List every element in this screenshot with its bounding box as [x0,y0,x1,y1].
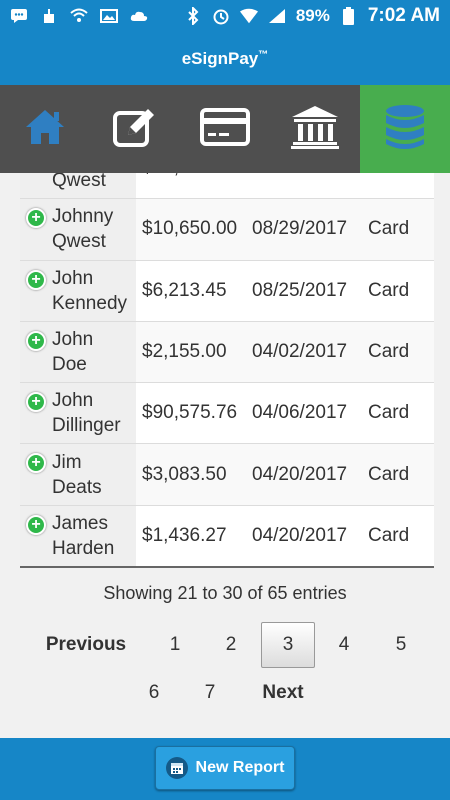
table-info: Showing 21 to 30 of 65 entries [103,583,347,603]
credit-card-icon [200,107,250,152]
date-cell: 08/25/2017 [252,279,348,301]
previous-button[interactable]: Previous [44,622,128,668]
amount-cell: $10,650.00 [142,218,238,240]
type-cell: Card [368,524,410,546]
name-cell: + John Doe [20,321,136,383]
wifi-icon [239,8,258,24]
customer-name: James Harden [52,512,115,559]
name-cell: + Jim Deats [20,444,136,505]
page-4[interactable]: 4 [324,622,364,668]
edit-icon [112,106,158,153]
nav-card[interactable] [180,85,270,173]
wifi-call-icon [70,8,88,24]
new-report-button[interactable]: New Report [155,746,295,790]
customer-name: John Dillinger [52,390,121,437]
nav-bank[interactable] [270,85,360,173]
expand-row-icon[interactable]: + [26,269,46,290]
expand-row-icon[interactable]: + [26,392,46,413]
date-cell: 04/06/2017 [252,402,348,424]
name-cell: + Johnny Qwest [20,199,136,260]
date-cell: 08/29/2017 [252,218,348,240]
page-6[interactable]: 6 [134,670,174,716]
type-cell: Card [368,463,410,485]
amount-cell: $6,213.45 [142,279,227,301]
database-icon [384,103,426,156]
signal-icon [268,8,286,24]
table-row[interactable]: + John Dillinger $90,575.76 04/06/2017 Card [20,383,434,445]
next-button[interactable]: Next [258,670,308,716]
customer-name: John Doe [52,329,94,376]
page-7[interactable]: 7 [190,670,230,716]
cleaning-icon [40,8,58,24]
customer-name: Qwest [52,173,106,192]
nav-edit[interactable] [90,85,180,173]
name-cell: + James Harden [20,505,136,567]
date-cell: 04/02/2017 [252,341,348,363]
battery-percent: 89% [295,6,330,25]
clock: 7:02 AM [367,5,440,26]
app-title: eSignPay™ [181,48,269,68]
bluetooth-icon [184,7,202,25]
image-icon [100,8,118,24]
battery-icon [340,7,358,25]
home-icon [23,107,67,152]
expand-row-icon[interactable]: + [26,208,46,229]
chat-icon [10,8,28,24]
cloud-icon [130,8,148,24]
nav-reports[interactable] [360,85,450,173]
type-cell: Card [368,341,410,363]
customer-name: John Kennedy [52,267,128,314]
table-row[interactable]: + John Kennedy $6,213.45 08/25/2017 Card [20,260,434,322]
type-cell: Card [362,173,434,198]
nav-home[interactable] [0,85,90,173]
customer-name: Jim Deats [52,451,102,498]
transactions-table: +Qwest$10,750.0008/29/2017Card+JohnnyQwe… [20,173,434,568]
table-row[interactable]: + Johnny Qwest $10,650.00 08/29/2017 Card [20,199,434,261]
expand-row-icon[interactable]: + [26,330,46,351]
type-cell: Card [368,402,410,424]
amount-cell: $10,750.00 [136,173,246,198]
date-cell: 04/20/2017 [252,463,348,485]
amount-cell: $1,436.27 [142,524,227,546]
page-1[interactable]: 1 [155,622,195,668]
calendar-icon [165,757,188,779]
page-2[interactable]: 2 [211,622,251,668]
name-cell: + John Dillinger [20,383,136,444]
type-cell: Card [368,279,410,301]
name-cell: +Qwest [20,173,136,199]
app-header: eSignPay™ [0,32,450,85]
table-bottom-border [20,566,434,568]
amount-cell: $3,083.50 [142,463,227,485]
table-row[interactable]: +Qwest$10,750.0008/29/2017Card [20,173,434,200]
table-row[interactable]: + James Harden $1,436.27 04/20/2017 Card [20,505,434,568]
main-nav [0,85,450,173]
name-cell: + John Kennedy [20,260,136,321]
table-row[interactable]: + John Doe $2,155.00 04/02/2017 Card [20,321,434,384]
date-cell: 08/29/2017 [246,173,362,198]
expand-row-icon[interactable]: + [26,453,46,474]
page-3[interactable]: 3 [261,622,315,668]
alarm-icon [212,8,230,25]
footer-bar: New Report [0,738,450,800]
new-report-label: New Report [195,759,285,776]
amount-cell: $90,575.76 [142,402,238,424]
status-bar: 89% 7:02 AM [0,0,450,32]
customer-name: Johnny Qwest [52,206,114,253]
table-row[interactable]: + Jim Deats $3,083.50 04/20/2017 Card [20,444,434,506]
date-cell: 04/20/2017 [252,524,348,546]
expand-row-icon[interactable]: + [26,514,46,535]
type-cell: Card [368,218,410,240]
page-5[interactable]: 5 [381,622,421,668]
bank-icon [290,105,340,154]
amount-cell: $2,155.00 [142,341,227,363]
